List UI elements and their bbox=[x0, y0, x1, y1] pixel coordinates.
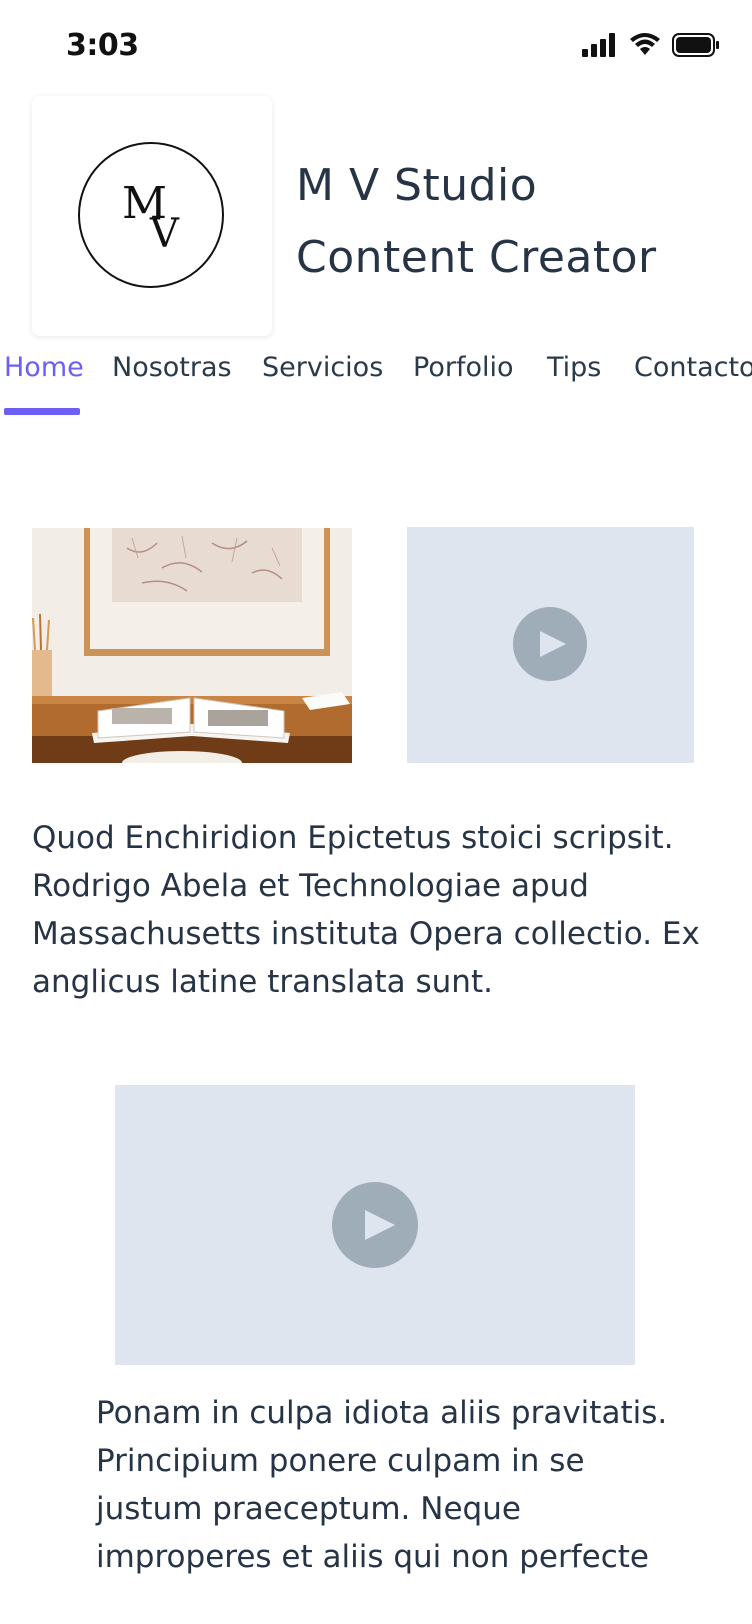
body-text: Quod Enchiridion Epictetus stoici scrips… bbox=[32, 820, 700, 1000]
video-player-large[interactable] bbox=[115, 1085, 635, 1365]
active-tab-indicator bbox=[4, 408, 80, 415]
nav-tabs: Home Nosotras Servicios Porfolio Tips Co… bbox=[0, 352, 752, 416]
signal-icon bbox=[582, 33, 615, 57]
play-button[interactable] bbox=[513, 607, 587, 681]
battery-icon bbox=[672, 33, 719, 57]
tab-home[interactable]: Home bbox=[4, 352, 84, 383]
tab-tips[interactable]: Tips bbox=[547, 352, 601, 383]
play-icon bbox=[365, 1210, 395, 1240]
logo-card[interactable]: M V bbox=[32, 96, 272, 336]
wifi-icon bbox=[630, 33, 660, 55]
tab-servicios[interactable]: Servicios bbox=[262, 352, 383, 383]
interior-photo[interactable] bbox=[32, 528, 352, 763]
header: M V M V Studio Content Creator bbox=[32, 96, 732, 336]
status-bar: 3:03 bbox=[0, 0, 752, 92]
status-icons bbox=[582, 33, 720, 57]
play-icon bbox=[540, 631, 566, 657]
tab-porfolio[interactable]: Porfolio bbox=[413, 352, 514, 383]
video-player[interactable] bbox=[407, 527, 694, 763]
body-text-secondary: Ponam in culpa idiota aliis pravitatis. … bbox=[96, 1395, 668, 1575]
play-button-large[interactable] bbox=[332, 1182, 418, 1268]
brand-title: M V Studio Content Creator bbox=[296, 150, 736, 294]
status-time: 3:03 bbox=[66, 28, 139, 63]
brand-title-line1: M V Studio bbox=[296, 160, 538, 211]
brand-title-line2: Content Creator bbox=[296, 232, 657, 283]
tab-nosotras[interactable]: Nosotras bbox=[112, 352, 232, 383]
logo: M V bbox=[78, 142, 224, 288]
interior-photo-illustration bbox=[32, 528, 352, 763]
logo-letter-v: V bbox=[150, 211, 179, 257]
tab-contacto[interactable]: Contacto bbox=[634, 352, 752, 383]
